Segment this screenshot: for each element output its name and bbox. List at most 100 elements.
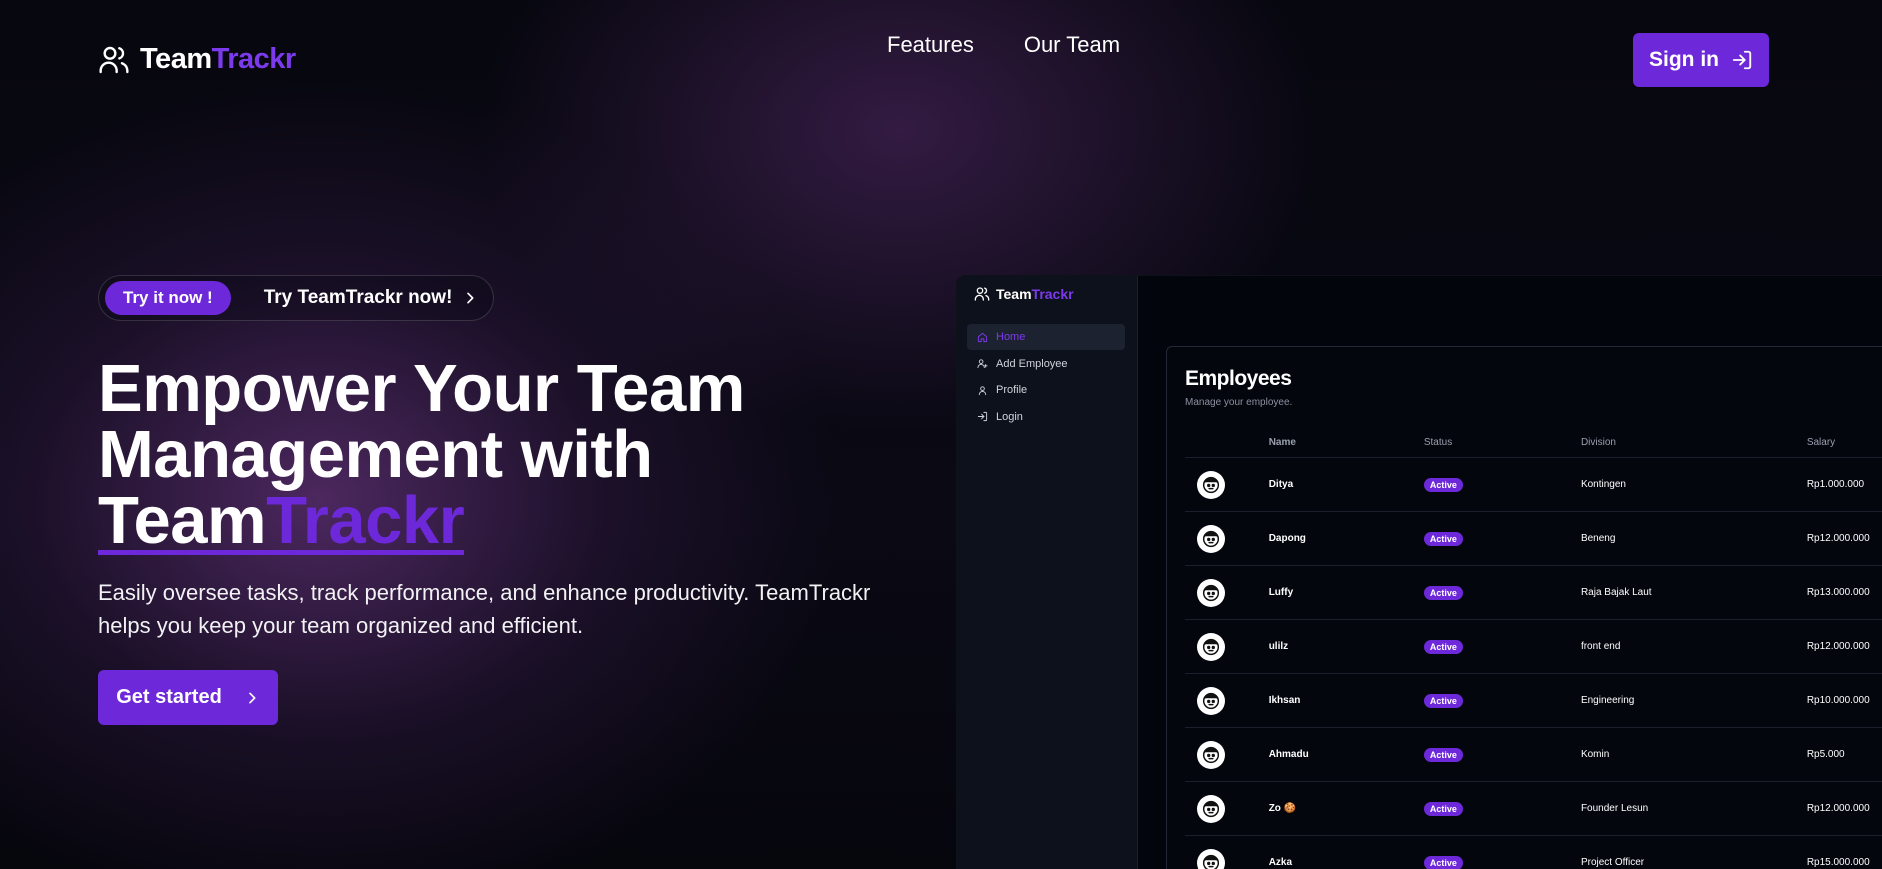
preview-logo-team: Team — [996, 286, 1032, 302]
table-row[interactable]: Ditya Active Kontingen Rp1.000.000 — [1185, 458, 1882, 512]
status-badge: Active — [1423, 693, 1463, 708]
cell-name: Luffy — [1268, 587, 1294, 598]
headline-line-1: Empower Your Team — [98, 351, 745, 426]
preview-menu-profile[interactable]: Profile — [967, 377, 1125, 403]
cell-status: Active — [1423, 747, 1581, 762]
avatar-face-icon — [1202, 746, 1220, 763]
headline-brand-team: Team — [98, 483, 267, 558]
cell-division: Project Officer — [1580, 857, 1645, 868]
nav-our-team[interactable]: Our Team — [1024, 32, 1120, 58]
avatar-cell — [1185, 794, 1269, 823]
cell-status: Active — [1423, 801, 1581, 816]
avatar — [1197, 524, 1225, 553]
table-row[interactable]: ulilz Active front end Rp12.000.000 — [1185, 620, 1882, 674]
cell-division: Beneng — [1580, 533, 1616, 544]
avatar — [1197, 686, 1225, 715]
employees-subtitle: Manage your employee. — [1185, 397, 1293, 408]
cell-status: Active — [1423, 531, 1581, 546]
header-name: Name — [1268, 436, 1296, 448]
avatar — [1197, 740, 1225, 769]
employees-title: Employees — [1185, 367, 1292, 390]
hero-headline: Empower Your Team Management with TeamTr… — [98, 355, 818, 558]
preview-sidebar: TeamTrackr Home Add Employee Profile Log… — [957, 276, 1138, 869]
status-badge: Active — [1423, 747, 1463, 762]
employees-card: Employees Manage your employee. Name Sta… — [1166, 346, 1882, 869]
avatar — [1197, 794, 1225, 823]
cell-status: Active — [1423, 477, 1581, 492]
preview-logo-text: TeamTrackr — [996, 286, 1074, 302]
avatar-face-icon — [1202, 638, 1220, 655]
table-row[interactable]: Ahmadu Active Komin Rp5.000 — [1185, 728, 1882, 782]
header-division: Division — [1580, 436, 1616, 448]
cell-salary: Rp5.000 — [1806, 749, 1845, 760]
avatar-cell — [1185, 470, 1269, 499]
avatar — [1197, 470, 1225, 499]
preview-menu-home[interactable]: Home — [967, 324, 1125, 350]
pill-badge: Try it now ! — [105, 281, 231, 315]
headline-line-2: Management with — [98, 417, 653, 492]
cell-division: Kontingen — [1580, 479, 1626, 490]
status-badge: Active — [1423, 585, 1463, 600]
get-started-button[interactable]: Get started — [98, 670, 278, 725]
cell-division: Founder Lesun — [1580, 803, 1649, 814]
preview-menu-login[interactable]: Login — [967, 404, 1125, 430]
pill-link[interactable]: Try TeamTrackr now! — [264, 287, 479, 309]
cell-status: Active — [1423, 639, 1581, 654]
cell-salary: Rp10.000.000 — [1806, 695, 1870, 706]
table-row[interactable]: Luffy Active Raja Bajak Laut Rp13.000.00… — [1185, 566, 1882, 620]
table-row[interactable]: Azka Active Project Officer Rp15.000.000 — [1185, 836, 1882, 869]
avatar — [1197, 578, 1225, 607]
login-icon — [1732, 50, 1752, 70]
avatar-face-icon — [1202, 476, 1220, 493]
avatar-face-icon — [1202, 530, 1220, 547]
cell-salary: Rp1.000.000 — [1806, 479, 1865, 490]
pill-text: Try TeamTrackr now! — [263, 287, 453, 308]
cell-name: Ahmadu — [1268, 749, 1309, 760]
cell-name: Dapong — [1268, 533, 1306, 544]
avatar-cell — [1185, 686, 1269, 715]
avatar — [1197, 632, 1225, 661]
cell-salary: Rp12.000.000 — [1806, 803, 1870, 814]
cell-salary: Rp12.000.000 — [1806, 641, 1870, 652]
app-preview: TeamTrackr Home Add Employee Profile Log… — [956, 275, 1882, 869]
nav-features[interactable]: Features — [887, 32, 974, 58]
employees-table: Name Status Division Salary Ditya Active… — [1185, 427, 1882, 869]
preview-menu-label: Profile — [996, 384, 1028, 396]
cell-division: Raja Bajak Laut — [1580, 587, 1652, 598]
cell-name: Azka — [1268, 857, 1293, 868]
table-row[interactable]: Dapong Active Beneng Rp12.000.000 — [1185, 512, 1882, 566]
preview-menu-add-employee[interactable]: Add Employee — [967, 351, 1125, 377]
avatar — [1197, 848, 1225, 869]
status-badge: Active — [1423, 477, 1463, 492]
header-salary: Salary — [1806, 436, 1836, 448]
logo-team: Team — [140, 43, 212, 75]
sign-in-label: Sign in — [1649, 48, 1719, 71]
avatar-cell — [1185, 632, 1269, 661]
announcement-pill[interactable]: Try it now ! Try TeamTrackr now! — [98, 275, 494, 321]
sign-in-button[interactable]: Sign in — [1633, 33, 1769, 87]
cell-name: Ikhsan — [1268, 695, 1301, 706]
table-row[interactable]: Zo 🍪 Active Founder Lesun Rp12.000.000 — [1185, 782, 1882, 836]
cell-name: Ditya — [1268, 479, 1294, 490]
logo[interactable]: TeamTrackr — [98, 43, 296, 76]
cell-status: Active — [1423, 693, 1581, 708]
cell-salary: Rp12.000.000 — [1806, 533, 1870, 544]
logo-trackr: Trackr — [211, 43, 297, 75]
preview-logo: TeamTrackr — [974, 286, 1074, 302]
login-icon — [977, 411, 988, 422]
status-badge: Active — [1423, 801, 1463, 816]
table-header: Name Status Division Salary — [1185, 427, 1882, 458]
users-icon — [974, 287, 990, 301]
status-badge: Active — [1423, 531, 1463, 546]
chevron-right-icon — [467, 292, 474, 304]
status-badge: Active — [1423, 639, 1463, 654]
header-status: Status — [1423, 436, 1453, 448]
status-badge: Active — [1423, 855, 1463, 869]
get-started-label: Get started — [116, 686, 222, 708]
table-row[interactable]: Ikhsan Active Engineering Rp10.000.000 — [1185, 674, 1882, 728]
cell-status: Active — [1423, 855, 1581, 869]
preview-menu-label: Login — [996, 410, 1023, 423]
home-icon — [977, 332, 988, 342]
avatar-cell — [1185, 578, 1269, 607]
main-nav: Features Our Team — [887, 32, 1120, 58]
